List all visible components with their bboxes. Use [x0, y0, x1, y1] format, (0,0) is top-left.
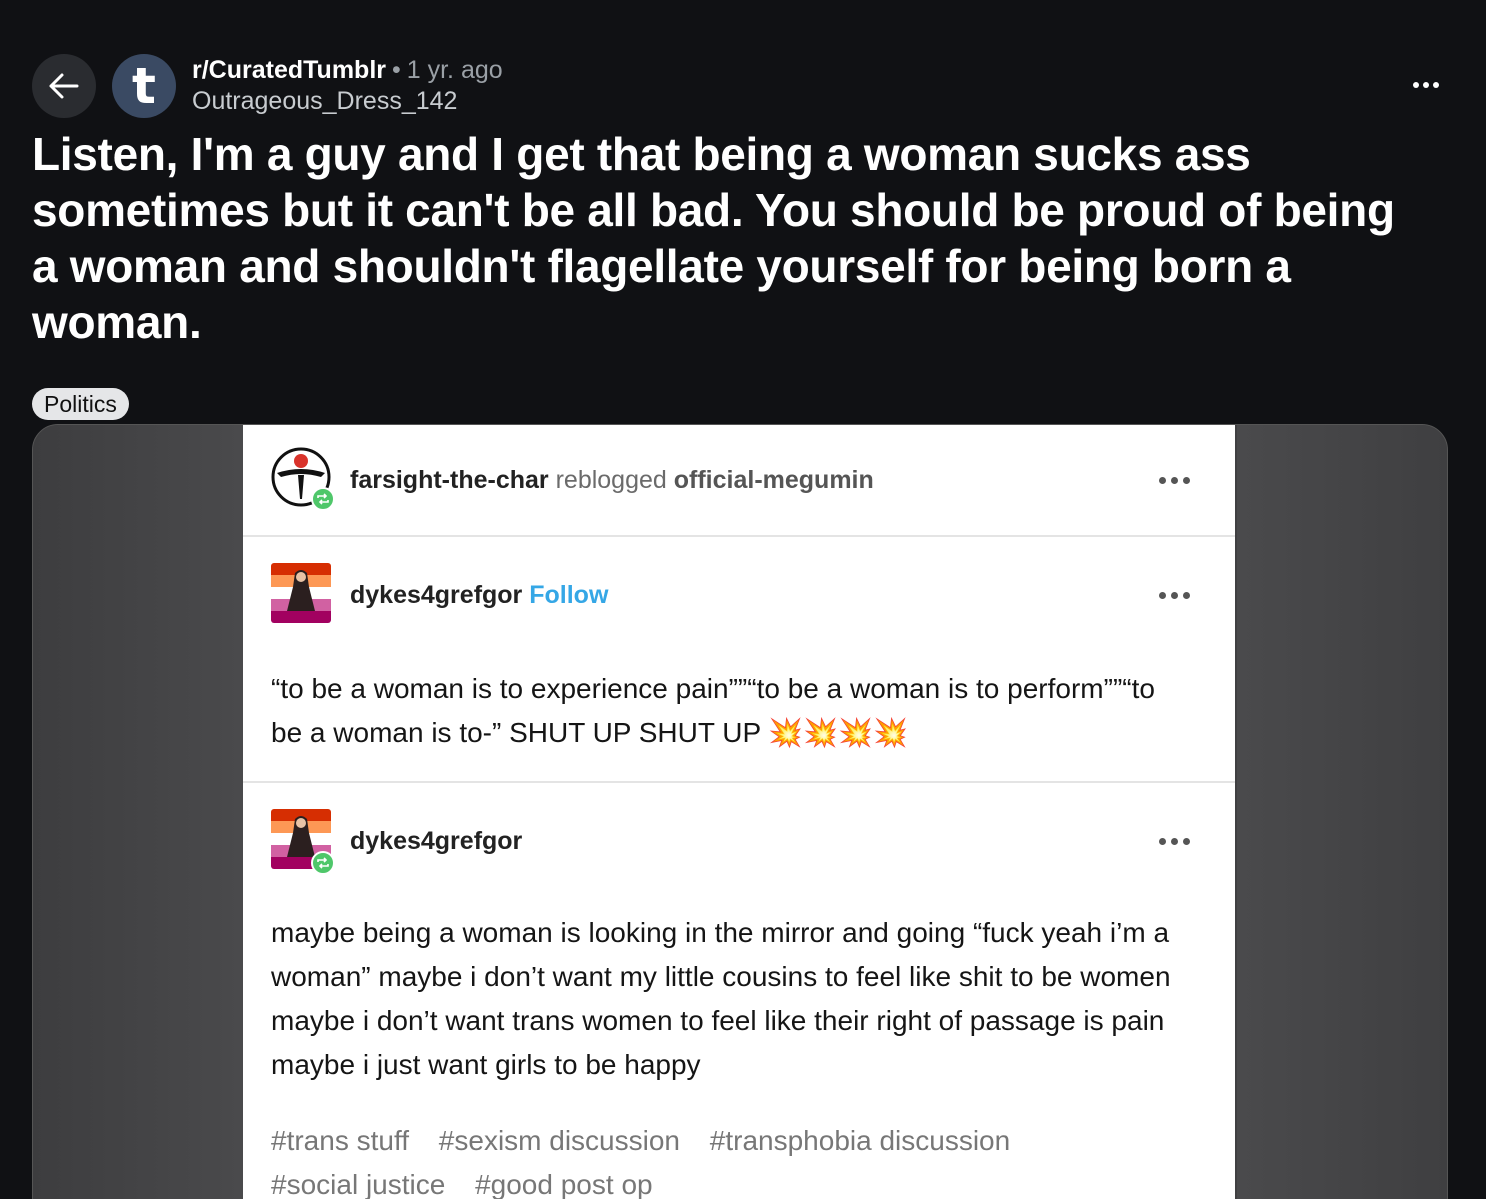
more-dot-icon	[1183, 476, 1190, 484]
post1-more-button[interactable]	[1159, 590, 1195, 600]
more-dot-icon	[1183, 837, 1190, 845]
tag-link[interactable]: #social justice	[271, 1169, 445, 1199]
post2-more-button[interactable]	[1159, 836, 1195, 846]
tag-link[interactable]: #good post op	[475, 1169, 653, 1199]
more-dot-icon	[1413, 82, 1419, 88]
post-meta: r/CuratedTumblr • 1 yr. ago Outrageous_Dre…	[192, 55, 503, 117]
reblog-header: farsight-the-char reblogged official-meg…	[243, 425, 1235, 537]
lesbian-flag-avatar-icon	[271, 563, 331, 623]
post-title: Listen, I'm a guy and I get that being a…	[32, 128, 1395, 348]
post2-tags: #trans stuff #sexism discussion #transph…	[243, 1119, 1235, 1199]
tag-link[interactable]: #transphobia discussion	[710, 1125, 1010, 1156]
more-dot-icon	[1171, 591, 1178, 599]
arrow-left-icon	[49, 73, 79, 99]
subreddit-name[interactable]: r/CuratedTumblr	[192, 56, 386, 84]
post-image[interactable]: farsight-the-char reblogged official-meg…	[32, 424, 1448, 1199]
reddit-post-page: t r/CuratedTumblr • 1 yr. ago Outrageous_D…	[0, 0, 1486, 1199]
back-button[interactable]	[32, 54, 96, 118]
subreddit-icon-letter: t	[132, 57, 156, 115]
tumblr-post-2: dykes4grefgor maybe being a woman is loo…	[243, 783, 1235, 1199]
subreddit-icon[interactable]: t	[112, 54, 176, 118]
image-blur-left	[33, 425, 243, 1199]
post-time: 1 yr. ago	[406, 56, 503, 84]
post1-text: “to be a woman is to experience pain””“t…	[271, 673, 1155, 748]
more-dot-icon	[1423, 82, 1429, 88]
post1-username[interactable]: dykes4grefgor	[350, 581, 522, 609]
more-dot-icon	[1159, 476, 1166, 484]
reblog-badge-icon	[311, 487, 335, 511]
tumblr-screenshot: farsight-the-char reblogged official-meg…	[243, 425, 1235, 1199]
post2-username[interactable]: dykes4grefgor	[350, 827, 522, 855]
tag-link[interactable]: #trans stuff	[271, 1125, 409, 1156]
post2-text: maybe being a woman is looking in the mi…	[271, 917, 1171, 1080]
reblog-line: farsight-the-char reblogged official-meg…	[350, 465, 874, 495]
more-dot-icon	[1171, 476, 1178, 484]
post-author[interactable]: Outrageous_Dress_142	[192, 85, 503, 117]
post1-user-line: dykes4grefgor Follow	[350, 580, 608, 610]
more-dot-icon	[1433, 82, 1439, 88]
reblog-badge-icon	[311, 851, 335, 875]
more-dot-icon	[1159, 837, 1166, 845]
meta-separator: •	[392, 56, 401, 84]
more-options-button[interactable]	[1406, 70, 1446, 100]
flair-badge[interactable]: Politics	[32, 388, 129, 420]
more-dot-icon	[1159, 591, 1166, 599]
follow-button[interactable]: Follow	[529, 581, 608, 609]
reblog-action-text: reblogged	[555, 466, 667, 494]
tag-link[interactable]: #sexism discussion	[439, 1125, 680, 1156]
reblog-source-username[interactable]: official-megumin	[674, 466, 874, 494]
more-dot-icon	[1171, 837, 1178, 845]
post2-user-line: dykes4grefgor	[350, 826, 522, 856]
more-dot-icon	[1183, 591, 1190, 599]
image-blur-right	[1237, 425, 1447, 1199]
tumblr-post-1: dykes4grefgor Follow “to be a woman is t…	[243, 537, 1235, 783]
reblog-more-button[interactable]	[1159, 475, 1195, 485]
reblogger-username[interactable]: farsight-the-char	[350, 466, 549, 494]
